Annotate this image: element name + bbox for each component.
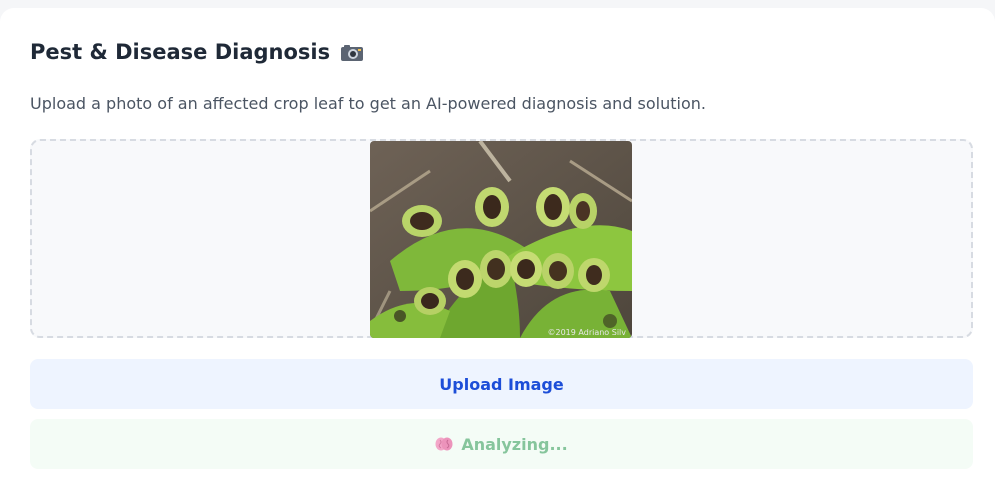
camera-icon xyxy=(340,42,364,62)
page-subtitle: Upload a photo of an affected crop leaf … xyxy=(30,94,706,113)
diagnosis-card: Pest & Disease Diagnosis Upload a photo … xyxy=(0,8,995,493)
uploaded-leaf-image: ©2019 Adriano Silv xyxy=(370,141,632,338)
upload-image-label: Upload Image xyxy=(439,374,564,394)
page-title: Pest & Disease Diagnosis xyxy=(30,40,331,64)
image-dropzone[interactable]: ©2019 Adriano Silv xyxy=(30,139,973,338)
analyzing-label: Analyzing... xyxy=(461,434,568,454)
upload-image-button[interactable]: Upload Image xyxy=(30,359,973,409)
title-row: Pest & Disease Diagnosis xyxy=(30,40,364,64)
analyzing-button: Analyzing... xyxy=(30,419,973,469)
brain-icon xyxy=(435,436,453,452)
image-watermark: ©2019 Adriano Silv xyxy=(548,328,627,337)
